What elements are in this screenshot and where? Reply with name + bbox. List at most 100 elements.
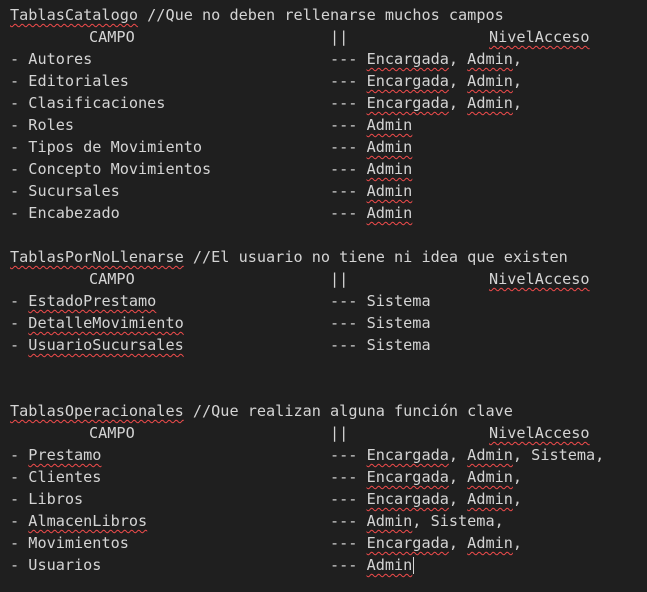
- row-bullet: -: [10, 138, 29, 156]
- table-row: - UsuarioSucursales --- Sistema: [0, 334, 647, 356]
- table-row: - Concepto Movimientos --- Admin: [0, 158, 647, 180]
- row-separator: ---: [330, 314, 367, 332]
- row-access-level: Admin: [366, 512, 413, 530]
- row-access-level: Sistema: [366, 314, 431, 332]
- row-access-level: Admin: [467, 94, 513, 112]
- row-field-name: Encabezado: [28, 204, 120, 222]
- row-field-name: Clientes: [28, 468, 102, 486]
- section-name: TablasOperacionales: [10, 402, 184, 420]
- row-access-level: Admin: [366, 204, 413, 222]
- row-access-level: Encargada: [366, 72, 449, 90]
- table-row: - Movimientos --- Encargada, Admin,: [0, 532, 647, 554]
- table-row: - Editoriales --- Encargada, Admin,: [0, 70, 647, 92]
- row-separator: ---: [330, 50, 367, 68]
- column-separator: ||: [330, 28, 349, 46]
- row-bullet: -: [10, 204, 29, 222]
- table-rows: - Autores --- Encargada, Admin, - Editoria…: [0, 48, 647, 224]
- column-campo: CAMPO: [89, 424, 135, 442]
- row-access-level: Admin: [467, 534, 513, 552]
- row-access-level: Admin: [467, 490, 513, 508]
- row-separator: ---: [330, 468, 367, 486]
- row-bullet: -: [10, 468, 29, 486]
- row-field-name: Concepto Movimientos: [28, 160, 212, 178]
- row-access-level: ,: [512, 72, 523, 90]
- column-header-row: CAMPO || NivelAcceso: [0, 26, 647, 48]
- section-name: TablasCatalogo: [10, 6, 139, 24]
- row-access-level: ,: [448, 468, 468, 486]
- row-access-level: Encargada: [366, 534, 449, 552]
- table-row: - Usuarios --- Admin: [0, 554, 647, 576]
- row-separator: ---: [330, 182, 367, 200]
- column-campo: CAMPO: [89, 270, 135, 288]
- row-access-level: ,: [448, 50, 468, 68]
- row-access-level: Encargada: [366, 468, 449, 486]
- row-bullet: -: [10, 160, 29, 178]
- table-row: - EstadoPrestamo --- Sistema: [0, 290, 647, 312]
- row-field-name: Sucursales: [28, 182, 120, 200]
- table-row: - Encabezado --- Admin: [0, 202, 647, 224]
- row-access-level: ,: [448, 72, 468, 90]
- row-bullet: -: [10, 72, 29, 90]
- row-field-name: AlmacenLibros: [28, 512, 148, 530]
- column-campo: CAMPO: [89, 28, 135, 46]
- row-bullet: -: [10, 446, 29, 464]
- row-access-level: ,: [512, 468, 523, 486]
- row-access-level: ,: [448, 534, 468, 552]
- column-nivel-acceso: NivelAcceso: [489, 424, 590, 442]
- section-comment: //Que no deben rellenarse muchos campos: [138, 6, 504, 24]
- column-header-row: CAMPO || NivelAcceso: [0, 268, 647, 290]
- row-separator: ---: [330, 336, 367, 354]
- section-header: TablasPorNoLlenarse //El usuario no tien…: [0, 246, 647, 268]
- table-row: - Prestamo --- Encargada, Admin, Sistema,: [0, 444, 647, 466]
- table-row: - Tipos de Movimiento --- Admin: [0, 136, 647, 158]
- row-field-name: Usuarios: [28, 556, 102, 574]
- row-access-level: , Sistema,: [512, 446, 605, 464]
- row-access-level: Admin: [467, 72, 513, 90]
- row-access-level: Admin: [467, 50, 513, 68]
- row-access-level: ,: [448, 94, 468, 112]
- row-field-name: DetalleMovimiento: [28, 314, 184, 332]
- row-field-name: EstadoPrestamo: [28, 292, 157, 310]
- row-separator: ---: [330, 72, 367, 90]
- row-bullet: -: [10, 512, 29, 530]
- row-separator: ---: [330, 138, 367, 156]
- table-rows: - EstadoPrestamo --- Sistema - DetalleMovi…: [0, 290, 647, 356]
- row-access-level: ,: [448, 446, 468, 464]
- row-access-level: Admin: [366, 556, 413, 574]
- row-access-level: Admin: [467, 446, 513, 464]
- table-row: - Sucursales --- Admin: [0, 180, 647, 202]
- row-separator: ---: [330, 534, 367, 552]
- row-bullet: -: [10, 336, 29, 354]
- row-access-level: ,: [512, 50, 523, 68]
- row-access-level: Admin: [366, 138, 413, 156]
- row-field-name: Roles: [28, 116, 75, 134]
- row-bullet: -: [10, 490, 29, 508]
- row-field-name: Movimientos: [28, 534, 129, 552]
- row-separator: ---: [330, 446, 367, 464]
- row-field-name: Prestamo: [28, 446, 102, 464]
- table-row: - Autores --- Encargada, Admin,: [0, 48, 647, 70]
- table-row: - Clasificaciones --- Encargada, Admin,: [0, 92, 647, 114]
- row-bullet: -: [10, 182, 29, 200]
- row-bullet: -: [10, 556, 29, 574]
- row-separator: ---: [330, 116, 367, 134]
- row-field-name: Tipos de Movimiento: [28, 138, 203, 156]
- row-field-name: UsuarioSucursales: [28, 336, 184, 354]
- row-access-level: Encargada: [366, 446, 449, 464]
- column-separator: ||: [330, 270, 349, 288]
- row-field-name: Clasificaciones: [28, 94, 166, 112]
- row-separator: ---: [330, 490, 367, 508]
- section-header: TablasCatalogo //Que no deben rellenarse…: [0, 4, 647, 26]
- row-separator: ---: [330, 160, 367, 178]
- row-field-name: Editoriales: [28, 72, 129, 90]
- row-bullet: -: [10, 534, 29, 552]
- text-cursor: [413, 557, 415, 574]
- row-access-level: ,: [512, 94, 523, 112]
- column-nivel-acceso: NivelAcceso: [489, 270, 590, 288]
- section-comment: //El usuario no tiene ni idea que existe…: [183, 248, 568, 266]
- text-editor[interactable]: TablasCatalogo //Que no deben rellenarse…: [0, 0, 647, 592]
- column-nivel-acceso: NivelAcceso: [489, 28, 590, 46]
- row-access-level: Admin: [366, 182, 413, 200]
